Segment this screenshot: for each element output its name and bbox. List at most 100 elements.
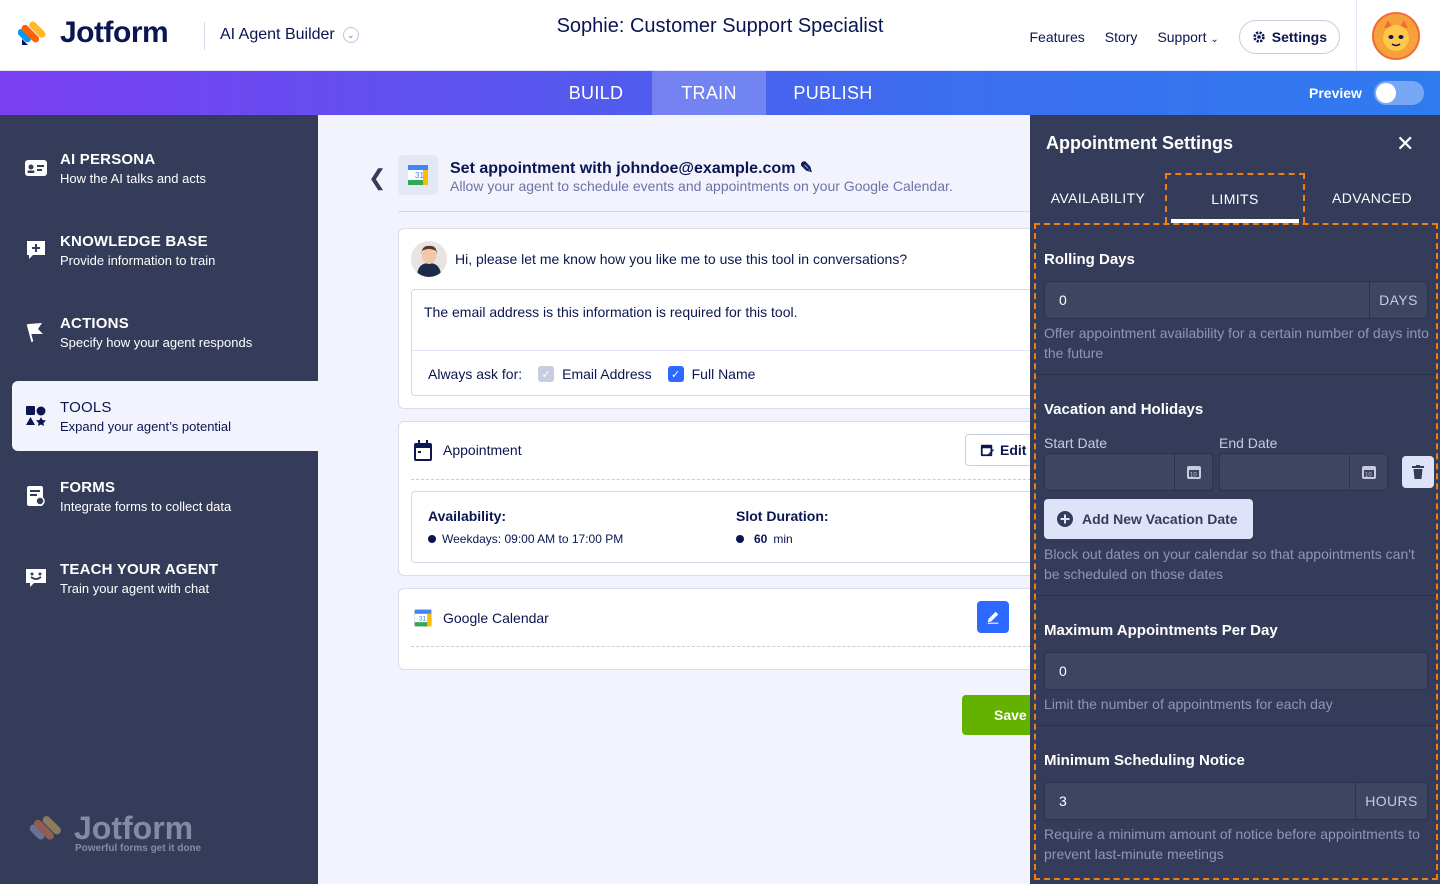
sidebar-item-forms[interactable]: FORMS Integrate forms to collect data: [12, 461, 318, 531]
always-ask-row: Always ask for: ✓ Email Address ✓ Full N…: [428, 366, 755, 382]
agent-question: Hi, please let me know how you like me t…: [455, 251, 908, 267]
sidebar-item-title: FORMS: [60, 478, 116, 496]
plus-circle-icon: [1057, 511, 1073, 527]
build-tabs-bar: BUILD TRAIN PUBLISH Preview: [0, 71, 1440, 115]
rolling-days-section: Rolling Days 0 DAYS Offer appointment av…: [1036, 225, 1436, 375]
instruction-box[interactable]: The email address is this information is…: [411, 289, 1030, 396]
sidebar-item-subtitle: Provide information to train: [60, 252, 216, 268]
user-avatar[interactable]: [1372, 12, 1420, 60]
settings-label: Settings: [1271, 29, 1327, 45]
start-date-input[interactable]: 10: [1044, 453, 1213, 491]
instruction-text[interactable]: The email address is this information is…: [424, 304, 798, 320]
slot-duration-unit: min: [773, 532, 793, 546]
jotform-logo-text: Jotform: [60, 16, 169, 49]
vacation-section: Vacation and Holidays Start Date End Dat…: [1036, 375, 1436, 596]
svg-text:31: 31: [419, 616, 427, 623]
jotform-logo[interactable]: Jotform: [18, 16, 169, 50]
edit-label: Edit: [1000, 442, 1027, 458]
sidebar-item-title: KNOWLEDGE BASE: [60, 232, 208, 250]
vacation-help: Block out dates on your calendar so that…: [1044, 546, 1415, 582]
divider: [398, 211, 1030, 212]
back-arrow-icon[interactable]: ❮: [368, 165, 386, 191]
preview-label: Preview: [1309, 85, 1362, 101]
tab-build[interactable]: BUILD: [548, 71, 644, 115]
always-ask-label: Always ask for:: [428, 366, 523, 382]
google-calendar-icon: 31: [414, 609, 432, 627]
tab-publish[interactable]: PUBLISH: [778, 71, 888, 115]
sidebar-item-title: AI PERSONA: [60, 150, 156, 168]
nav-support[interactable]: Support ⌄: [1157, 29, 1218, 45]
jotform-logo-icon: [18, 21, 46, 45]
knowledge-add-icon: [12, 238, 60, 262]
min-notice-input[interactable]: 3 HOURS: [1044, 782, 1428, 820]
min-notice-help: Require a minimum amount of notice befor…: [1044, 826, 1420, 862]
full-name-checkbox[interactable]: ✓: [667, 366, 684, 382]
calendar-picker-icon[interactable]: 10: [1174, 454, 1212, 490]
save-button[interactable]: Save: [962, 695, 1030, 735]
slot-duration-label: Slot Duration:: [736, 508, 829, 524]
svg-text:10: 10: [1365, 473, 1372, 479]
sidebar-item-title: TEACH YOUR AGENT: [60, 560, 219, 578]
rolling-days-input[interactable]: 0 DAYS: [1044, 281, 1428, 319]
avatar-cat-icon: [1383, 20, 1409, 51]
product-switcher[interactable]: AI Agent Builder ⌄: [220, 26, 359, 44]
sidebar-item-subtitle: Expand your agent’s potential: [60, 418, 232, 434]
calendar-edit-icon: [980, 444, 994, 457]
nav-story[interactable]: Story: [1105, 29, 1138, 45]
availability-label: Availability:: [428, 508, 507, 524]
header-divider: [204, 22, 205, 50]
appointment-summary: Availability: Weekdays: 09:00 AM to 17:0…: [411, 491, 1030, 563]
sidebar-item-subtitle: Train your agent with chat: [60, 580, 210, 596]
chevron-down-icon: ⌄: [1210, 34, 1219, 45]
sidebar-item-tools[interactable]: TOOLS Expand your agent’s potential: [12, 381, 318, 451]
rolling-days-suffix: DAYS: [1369, 282, 1427, 318]
dashed-divider: [411, 479, 1030, 480]
flag-icon: [12, 320, 60, 344]
tab-availability[interactable]: AVAILABILITY: [1038, 173, 1158, 223]
slot-duration-value: 60 min: [736, 532, 793, 546]
sidebar-item-subtitle: How the AI talks and acts: [60, 170, 206, 186]
google-calendar-label: Google Calendar: [443, 610, 549, 626]
form-icon: [12, 484, 60, 508]
chevron-down-icon: ⌄: [342, 27, 359, 43]
tab-advanced[interactable]: ADVANCED: [1312, 173, 1432, 223]
start-date-label: Start Date: [1044, 435, 1108, 451]
edit-calendar-button[interactable]: [977, 601, 1009, 633]
end-date-label: End Date: [1219, 435, 1278, 451]
sidebar-footer-logo: Jotform Powerful forms get it done: [30, 810, 201, 854]
calendar-icon: [414, 440, 432, 461]
pencil-icon[interactable]: ✎: [800, 160, 813, 177]
max-appointments-help: Limit the number of appointments for eac…: [1044, 696, 1333, 712]
sidebar-item-actions[interactable]: ACTIONS Specify how your agent responds: [12, 297, 318, 367]
end-date-input[interactable]: 10: [1219, 453, 1388, 491]
appointment-settings-panel: Appointment Settings ✕ AVAILABILITY LIMI…: [1030, 115, 1440, 884]
divider: [412, 350, 1030, 351]
toggle-knob: [1376, 83, 1396, 103]
sidebar-item-ai-persona[interactable]: AI PERSONA How the AI talks and acts: [12, 133, 318, 203]
calendar-picker-icon[interactable]: 10: [1349, 454, 1387, 490]
sidebar-item-subtitle: Specify how your agent responds: [60, 334, 253, 350]
panel-title: Appointment Settings: [1046, 133, 1233, 153]
max-appointments-input[interactable]: 0: [1044, 652, 1428, 690]
preview-toggle[interactable]: [1374, 81, 1424, 105]
tab-limits[interactable]: LIMITS: [1165, 173, 1305, 223]
agent-title: Sophie: Customer Support Specialist: [556, 15, 884, 37]
sidebar-item-teach-your-agent[interactable]: TEACH YOUR AGENT Train your agent with ch…: [12, 543, 318, 613]
delete-date-button[interactable]: [1402, 456, 1434, 488]
close-icon[interactable]: ✕: [1396, 131, 1414, 157]
tools-icon: [12, 404, 60, 428]
google-calendar-card: 31 Google Calendar: [398, 588, 1030, 670]
add-vacation-date-button[interactable]: Add New Vacation Date: [1044, 499, 1253, 539]
full-name-label: Full Name: [691, 366, 756, 382]
settings-button[interactable]: Settings: [1238, 20, 1340, 54]
rolling-days-help: Offer appointment availability for a cer…: [1044, 325, 1429, 361]
email-address-checkbox[interactable]: ✓: [538, 366, 555, 382]
agent-avatar: [411, 241, 447, 277]
sidebar-item-knowledge-base[interactable]: KNOWLEDGE BASE Provide information to tra…: [12, 215, 318, 285]
google-calendar-icon: 31: [398, 155, 438, 195]
nav-features[interactable]: Features: [1030, 29, 1085, 45]
tab-train[interactable]: TRAIN: [652, 71, 766, 115]
min-notice-label: Minimum Scheduling Notice: [1044, 752, 1245, 769]
edit-appointment-button[interactable]: Edit: [965, 434, 1030, 466]
gear-icon: [1253, 31, 1265, 43]
